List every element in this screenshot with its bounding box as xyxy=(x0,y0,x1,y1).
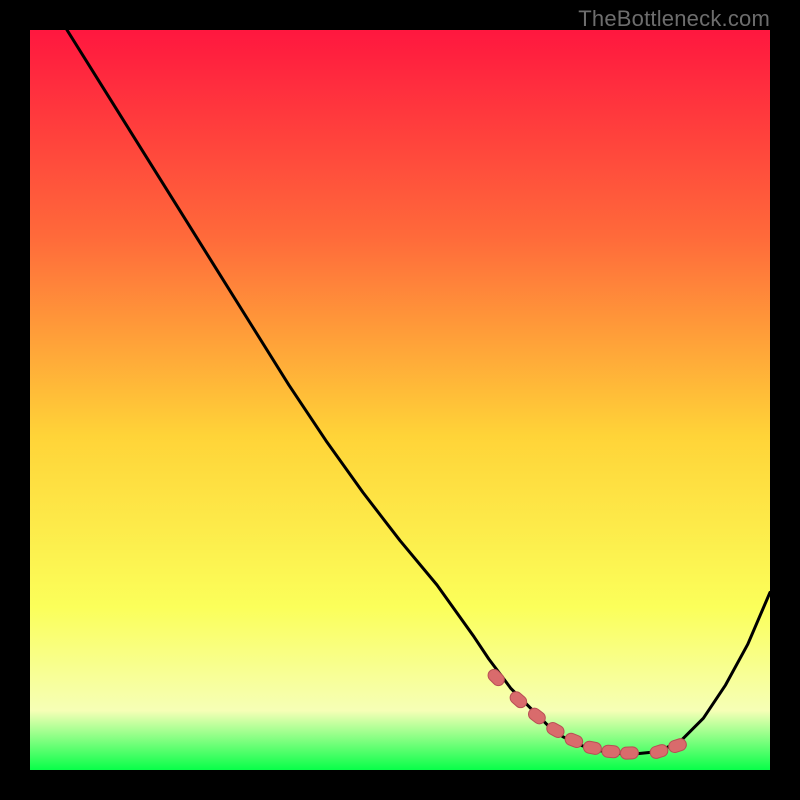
attribution-text: TheBottleneck.com xyxy=(578,6,770,32)
gradient-background xyxy=(30,30,770,770)
marker-dot xyxy=(601,745,620,758)
marker-dot xyxy=(620,747,639,760)
bottleneck-chart xyxy=(30,30,770,770)
chart-frame xyxy=(30,30,770,770)
